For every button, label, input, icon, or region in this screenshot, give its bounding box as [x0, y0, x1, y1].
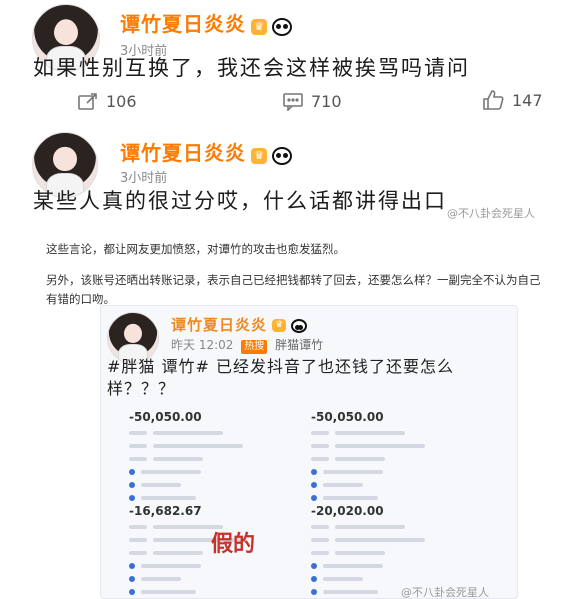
panda-badge-icon — [272, 146, 293, 165]
hot-topic[interactable]: 胖猫谭竹 — [275, 338, 323, 352]
thumbs-up-icon — [483, 90, 504, 110]
fake-annotation: 假的 — [211, 532, 256, 557]
like-button[interactable]: 147 — [482, 90, 543, 110]
article-paragraph-2: 另外，该账号还晒出转账记录，表示自己已经把钱都转了回去，还要怎么样？一副完全不认… — [46, 273, 541, 306]
comment-icon — [283, 92, 303, 111]
comment-count: 710 — [311, 92, 342, 111]
post-time: 昨天 12:02 — [171, 338, 234, 352]
post-time: 3小时前 — [120, 171, 168, 186]
crown-badge-icon: ♛ — [251, 18, 267, 35]
watermark: @不八卦会死星人 — [401, 586, 489, 599]
embedded-screenshot: 谭竹夏日炎炎 ♛ 昨天 12:02 热搜 胖猫谭竹 #胖猫 谭竹# 已经发抖音了… — [100, 305, 518, 599]
watermark: @不八卦会死星人 — [447, 207, 535, 220]
avatar-face — [54, 19, 78, 45]
transfer-record: -16,682.67 — [129, 504, 279, 598]
repost-button[interactable]: 106 — [78, 92, 137, 111]
article-paragraph-1: 这些言论，都让网友更加愤怒，对谭竹的攻击也愈发猛烈。 — [46, 242, 345, 256]
username[interactable]: 谭竹夏日炎炎 — [120, 12, 246, 36]
avatar-face — [124, 324, 142, 343]
record-amount: -20,020.00 — [311, 504, 384, 518]
username[interactable]: 谭竹夏日炎炎 — [120, 141, 246, 165]
record-amount: -50,050.00 — [311, 410, 384, 424]
panda-badge-icon — [291, 318, 308, 333]
post-text: 某些人真的很过分哎，什么话都讲得出口 — [33, 189, 447, 213]
username[interactable]: 谭竹夏日炎炎 — [171, 316, 267, 334]
record-amount: -16,682.67 — [129, 504, 202, 518]
repost-icon — [78, 92, 97, 110]
crown-badge-icon: ♛ — [251, 147, 267, 164]
post-text: #胖猫 谭竹# 已经发抖音了也还钱了还要怎么样？？？ — [107, 357, 454, 398]
panda-badge-icon — [272, 17, 293, 36]
hot-search-badge[interactable]: 热搜 — [241, 340, 268, 354]
record-amount: -50,050.00 — [129, 410, 202, 424]
crown-badge-icon: ♛ — [272, 319, 287, 332]
repost-count: 106 — [106, 92, 137, 111]
avatar-face — [53, 147, 77, 172]
like-count: 147 — [512, 90, 543, 110]
comment-button[interactable]: 710 — [283, 92, 342, 111]
post-text: 如果性别互换了，我还会这样被挨骂吗请问 — [33, 56, 470, 80]
transfer-record: -50,050.00 — [311, 410, 461, 504]
transfer-record: -50,050.00 — [129, 410, 279, 504]
